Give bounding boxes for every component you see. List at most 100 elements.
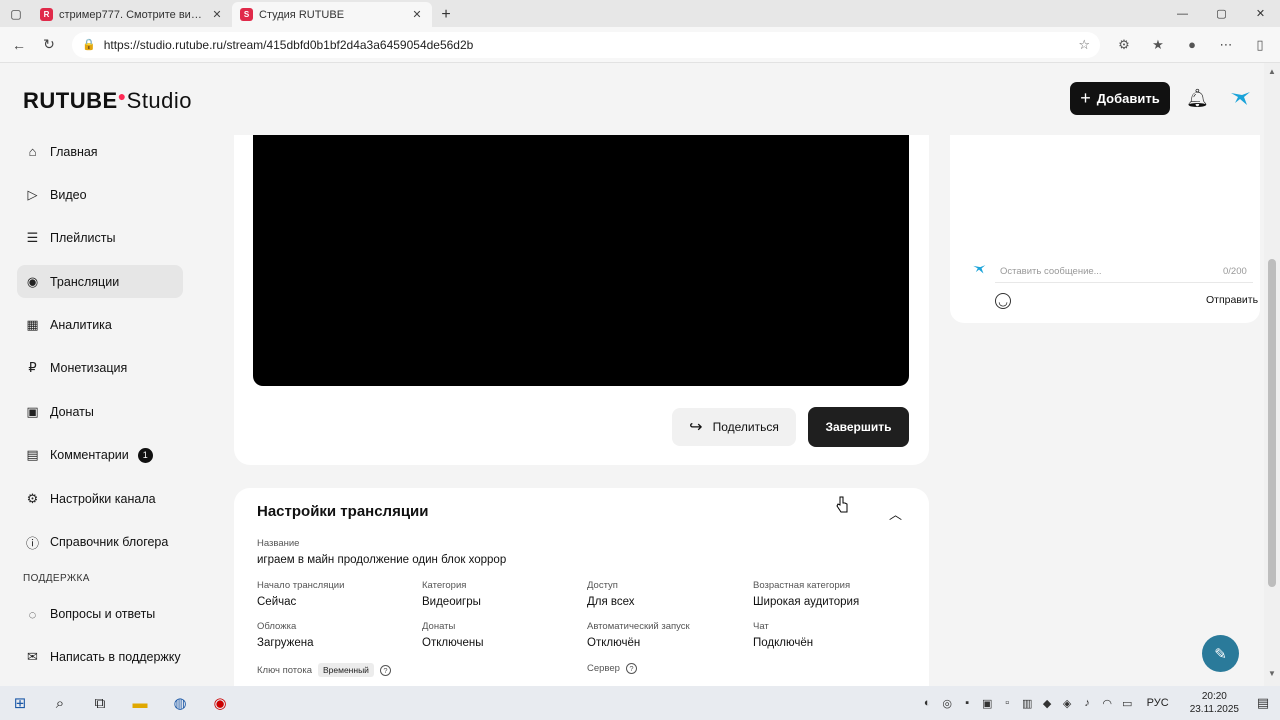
favorites-icon[interactable]: ★ — [1144, 32, 1172, 58]
wifi-icon[interactable]: ◠ — [1099, 695, 1116, 712]
chat-message-input[interactable]: Оставить сообщение... — [1000, 266, 1102, 277]
page-scrollbar[interactable]: ▲ ▼ — [1264, 63, 1280, 686]
close-window-icon[interactable]: ✕ — [1241, 0, 1280, 27]
field-cover: Обложка Загружена — [257, 621, 314, 649]
reload-icon[interactable]: ↻ — [36, 32, 62, 58]
sidebar-item-video[interactable]: ▷ Видео — [17, 178, 183, 211]
input-language[interactable]: РУС — [1147, 697, 1169, 709]
sidebar-item-blogger-guide[interactable]: ⓘ Справочник блогера — [17, 526, 183, 559]
user-avatar-bird-icon[interactable] — [1229, 87, 1251, 109]
extensions-icon[interactable]: ⚙ — [1110, 32, 1138, 58]
browser-tab-studio[interactable]: S Студия RUTUBE ✕ — [232, 2, 432, 27]
help-icon[interactable]: ? — [625, 663, 637, 674]
logo-dot-icon: ● — [117, 88, 127, 104]
sidebar-item-monetization[interactable]: ₽ Монетизация — [17, 352, 183, 385]
tab-title: стример777. Смотрите видео он — [59, 8, 204, 21]
chat-send-button[interactable]: Отправить — [1206, 294, 1258, 306]
sidebar-item-home[interactable]: ⌂ Главная — [17, 135, 183, 168]
sidebar-item-comments[interactable]: ▤ Комментарии 1 — [17, 439, 183, 472]
sidebar-item-donations[interactable]: ▣ Донаты — [17, 395, 183, 428]
emoji-icon[interactable]: ◡ — [995, 293, 1011, 309]
broadcast-icon: ◉ — [26, 273, 39, 289]
clock-date: 23.11.2025 — [1189, 704, 1239, 715]
sidebar-item-playlists[interactable]: ☰ Плейлисты — [17, 222, 183, 255]
stream-settings-card: Настройки трансляции ︿ Название играем в… — [234, 488, 929, 686]
chat-char-counter: 0/200 — [1223, 266, 1247, 277]
field-label: Чат — [753, 621, 769, 632]
clock[interactable]: 20:20 23.11.2025 — [1190, 690, 1239, 716]
share-button[interactable]: ↪ Поделиться — [672, 408, 796, 446]
sidebar-item-analytics[interactable]: ▦ Аналитика — [17, 309, 183, 342]
tray-app-icon[interactable]: ▥ — [1019, 695, 1036, 712]
more-icon[interactable]: ⋯ — [1212, 32, 1240, 58]
battery-icon[interactable]: ▭ — [1119, 695, 1136, 712]
rutube-studio-logo[interactable]: RUTUBE●Studio — [23, 88, 192, 114]
sidebar-item-label: Вопросы и ответы — [50, 607, 156, 622]
tray-app-icon[interactable]: ◎ — [939, 695, 956, 712]
video-player[interactable] — [253, 135, 909, 386]
sidebar-item-label: Справочник блогера — [50, 535, 169, 550]
minimize-icon[interactable]: — — [1163, 0, 1202, 27]
system-tray: ◐ ◎ ▪ ▣ ▫ ▥ ◆ ◈ ♪ ◠ ▭ РУС 20:20 23.11.20… — [919, 690, 1280, 716]
clock-time: 20:20 — [1201, 691, 1227, 702]
url-field[interactable]: 🔒 https://studio.rutube.ru/stream/415dbf… — [72, 31, 1100, 58]
notification-center-icon[interactable]: ▤ — [1252, 695, 1274, 711]
browser-tab-bar: ▢ R стример777. Смотрите видео он ✕ S Ст… — [0, 0, 1280, 27]
file-explorer-icon[interactable]: ▬ — [120, 686, 160, 720]
field-name: Название играем в майн продолжение один … — [257, 538, 506, 566]
scroll-down-icon[interactable]: ▼ — [1268, 669, 1276, 678]
tab-actions-icon[interactable]: ▢ — [0, 0, 32, 27]
finish-stream-button[interactable]: Завершить — [808, 407, 909, 447]
support-chat-icon[interactable]: ✎ — [1202, 635, 1239, 672]
window-controls: — ▢ ✕ — [1163, 0, 1280, 27]
tray-app-icon[interactable]: ▪ — [959, 695, 976, 712]
close-tab-icon[interactable]: ✕ — [210, 8, 224, 21]
chevron-up-icon[interactable]: ︿ — [889, 504, 902, 523]
profile-icon[interactable]: ● — [1178, 32, 1206, 58]
speaker-icon[interactable]: ♪ — [1079, 695, 1096, 712]
search-icon[interactable]: ⌕ — [40, 686, 80, 720]
stream-player-card: ↪ Поделиться Завершить — [234, 135, 929, 465]
scroll-thumb[interactable] — [1268, 259, 1276, 587]
sidebar-item-broadcasts[interactable]: ◉ Трансляции — [17, 265, 183, 299]
sidebar-item-label: Комментарии — [50, 448, 129, 463]
wallet-icon: ▣ — [26, 403, 39, 419]
field-access: Доступ Для всех — [587, 580, 635, 608]
sidebar-item-label: Написать в поддержку — [50, 650, 181, 665]
new-tab-icon[interactable]: + — [432, 2, 460, 27]
sidebar-item-label: Донаты — [50, 404, 94, 419]
settings-title: Настройки трансляции — [257, 503, 429, 520]
sidebar-toggle-icon[interactable]: ▯ — [1246, 32, 1274, 58]
info-icon: ⓘ — [25, 535, 39, 551]
task-view-icon[interactable]: ⧉ — [80, 686, 120, 720]
stream-key-tag: Временный — [317, 663, 374, 677]
windows-start-icon[interactable]: ⊞ — [0, 686, 40, 720]
tray-app-icon[interactable]: ▣ — [979, 695, 996, 712]
sidebar-item-channel-settings[interactable]: ⚙ Настройки канала — [17, 482, 183, 515]
field-value: Загружена — [257, 637, 314, 649]
tray-app-icon[interactable]: ◈ — [1059, 695, 1076, 712]
playlist-icon: ☰ — [26, 230, 39, 246]
edge-browser-icon[interactable]: ◍ — [160, 686, 200, 720]
home-icon: ⌂ — [28, 144, 37, 159]
money-icon: ₽ — [28, 360, 37, 376]
field-donations: Донаты Отключены — [422, 621, 483, 649]
close-tab-icon[interactable]: ✕ — [410, 8, 424, 21]
field-value: Сейчас — [257, 596, 297, 608]
browser-tab-channel[interactable]: R стример777. Смотрите видео он ✕ — [32, 2, 232, 27]
maximize-icon[interactable]: ▢ — [1202, 0, 1241, 27]
obs-icon[interactable]: ◉ — [200, 686, 240, 720]
help-icon[interactable]: ? — [379, 664, 391, 676]
favorite-star-icon[interactable]: ☆ — [1078, 37, 1090, 53]
field-label: Автоматический запуск — [587, 621, 690, 632]
tray-app-icon[interactable]: ◐ — [919, 695, 936, 712]
tray-app-icon[interactable]: ▫ — [999, 695, 1016, 712]
notifications-bell-icon[interactable]: 🔔︎ — [1186, 88, 1209, 109]
back-icon[interactable]: ← — [6, 32, 32, 58]
tray-app-icon[interactable]: ◆ — [1039, 695, 1056, 712]
sidebar-item-contact-support[interactable]: ✉ Написать в поддержку — [17, 641, 183, 674]
sidebar-item-faq[interactable]: ◌ Вопросы и ответы — [17, 598, 183, 631]
add-button[interactable]: + Добавить — [1070, 82, 1170, 115]
scroll-up-icon[interactable]: ▲ — [1268, 67, 1276, 76]
sidebar-item-label: Трансляции — [50, 274, 120, 289]
